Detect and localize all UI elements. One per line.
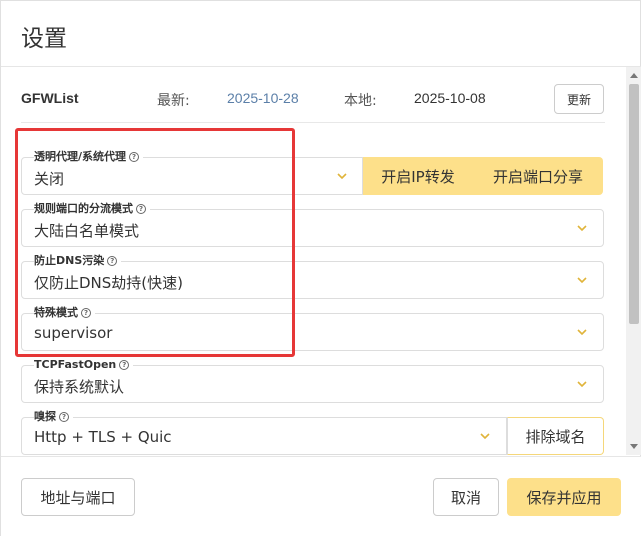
tcp-fast-open-label: TCPFastOpen ? — [34, 358, 134, 372]
port-sharing-button[interactable]: 开启端口分享 — [473, 157, 603, 195]
special-mode-value: supervisor — [34, 324, 113, 342]
proxy-mode-label: 透明代理/系统代理 ? — [34, 150, 144, 164]
sniffing-value: Http + TLS + Quic — [34, 428, 172, 446]
latest-label: 最新: — [157, 93, 190, 109]
scrollbar[interactable] — [626, 67, 641, 455]
local-label: 本地: — [344, 93, 377, 109]
scroll-thumb[interactable] — [629, 84, 639, 324]
save-apply-button[interactable]: 保存并应用 — [507, 478, 621, 516]
routing-mode-label: 规则端口的分流模式 ? — [34, 202, 150, 216]
settings-dialog: 设置 GFWList 最新: 2025-10-28 本地: 2025-10-08… — [0, 0, 641, 536]
dialog-footer: 地址与端口 取消 保存并应用 — [1, 456, 641, 536]
dialog-header: 设置 — [1, 1, 641, 67]
chevron-down-icon — [577, 329, 587, 336]
special-mode-select[interactable]: supervisor — [21, 313, 604, 351]
address-port-button[interactable]: 地址与端口 — [21, 478, 135, 516]
tcp-fast-open-value: 保持系统默认 — [34, 378, 125, 396]
exclude-domains-button[interactable]: 排除域名 — [507, 417, 604, 455]
chevron-down-icon — [577, 277, 587, 284]
gfwlist-name: GFWList — [21, 90, 79, 106]
question-circle-icon[interactable]: ? — [107, 256, 118, 266]
question-circle-icon[interactable]: ? — [119, 360, 130, 370]
update-button[interactable]: 更新 — [554, 84, 604, 114]
scroll-down-arrow-icon[interactable] — [630, 444, 638, 449]
dialog-body: GFWList 最新: 2025-10-28 本地: 2025-10-08 更新… — [1, 67, 641, 455]
gfwlist-row: GFWList 最新: 2025-10-28 本地: 2025-10-08 更新 — [21, 83, 605, 123]
question-circle-icon[interactable]: ? — [136, 204, 146, 214]
dns-pollution-label: 防止DNS污染 ? — [34, 254, 122, 268]
question-circle-icon[interactable]: ? — [59, 412, 69, 422]
local-date: 2025-10-08 — [414, 90, 486, 106]
ip-forward-button[interactable]: 开启IP转发 — [363, 157, 473, 195]
question-circle-icon[interactable]: ? — [81, 308, 91, 318]
chevron-down-icon — [577, 225, 587, 232]
dns-pollution-value: 仅防止DNS劫持(快速) — [34, 274, 183, 292]
special-mode-label: 特殊模式 ? — [34, 306, 95, 320]
scroll-up-arrow-icon[interactable] — [630, 73, 638, 78]
chevron-down-icon — [577, 381, 587, 388]
cancel-button[interactable]: 取消 — [433, 478, 499, 516]
dialog-title: 设置 — [21, 26, 67, 52]
latest-date: 2025-10-28 — [227, 90, 299, 106]
question-circle-icon[interactable]: ? — [129, 152, 140, 162]
proxy-mode-value: 关闭 — [34, 170, 65, 188]
sniffing-label: 嗅探 ? — [34, 410, 73, 424]
chevron-down-icon — [480, 433, 490, 440]
chevron-down-icon — [337, 173, 347, 180]
sniffing-select[interactable]: Http + TLS + Quic — [21, 417, 507, 455]
routing-mode-value: 大陆白名单模式 — [34, 222, 140, 240]
